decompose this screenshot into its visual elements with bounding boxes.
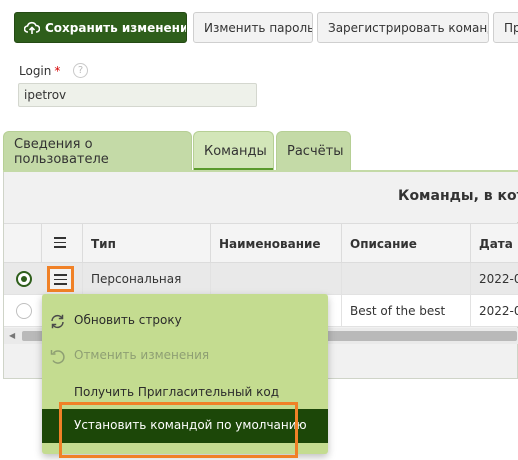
- row-context-menu: Обновить строку Отменить изменения Получ…: [42, 294, 328, 454]
- row-menu-icon[interactable]: [47, 266, 74, 292]
- menu-item-get-invite-code[interactable]: Получить Пригласительный код: [42, 376, 328, 410]
- row-select-radio[interactable]: [16, 303, 32, 319]
- register-team-button[interactable]: Зарегистрировать команду: [317, 12, 489, 43]
- cell-date: 2022-04: [470, 263, 518, 295]
- column-header-description[interactable]: Описание: [341, 224, 470, 263]
- login-field[interactable]: ipetrov: [18, 83, 257, 107]
- column-header-name[interactable]: Наименование: [210, 224, 341, 263]
- menu-column-header: [41, 224, 82, 263]
- grid-header: Тип Наименование Описание Дата вс: [4, 223, 518, 263]
- menu-item-label: Отменить изменения: [74, 348, 210, 362]
- cell-date: 2022-04: [470, 295, 518, 327]
- grid-title-bar: Команды, в кото: [4, 172, 518, 222]
- menu-item-set-default-team[interactable]: Установить командой по умолчанию: [42, 409, 328, 443]
- cell-name: [210, 263, 341, 295]
- menu-item-label: Обновить строку: [74, 313, 182, 327]
- tab-user-info[interactable]: Сведения о пользователе: [3, 131, 192, 171]
- column-header-date[interactable]: Дата вс: [470, 224, 518, 263]
- change-password-button[interactable]: Изменить пароль: [193, 12, 313, 43]
- login-label-text: Login: [19, 64, 52, 78]
- cell-description: Best of the best: [341, 295, 470, 327]
- more-toolbar-button[interactable]: Пр: [493, 12, 518, 43]
- menu-item-cancel-changes: Отменить изменения: [42, 339, 328, 373]
- menu-item-refresh-row[interactable]: Обновить строку: [42, 304, 328, 338]
- save-changes-label: Сохранить изменения: [45, 20, 187, 35]
- tab-teams[interactable]: Команды: [193, 131, 274, 171]
- login-label: Login *: [19, 64, 60, 78]
- scroll-left-icon[interactable]: ◀: [9, 331, 15, 340]
- column-header-type[interactable]: Тип: [82, 224, 210, 263]
- tab-calculations[interactable]: Расчёты: [276, 131, 351, 171]
- menu-item-label: Получить Пригласительный код: [74, 385, 280, 399]
- cell-description: [341, 263, 470, 295]
- cell-type: Персональная: [82, 263, 210, 295]
- refresh-icon: [51, 314, 64, 329]
- undo-icon: [50, 350, 65, 364]
- menu-item-label: Установить командой по умолчанию: [74, 418, 307, 432]
- grid-title: Команды, в кото: [398, 188, 518, 204]
- toolbar: Сохранить изменения Изменить пароль Заре…: [0, 0, 518, 54]
- cloud-upload-icon: [24, 21, 40, 34]
- save-changes-button[interactable]: Сохранить изменения: [14, 12, 187, 43]
- required-mark: *: [54, 64, 61, 78]
- help-icon[interactable]: ?: [73, 63, 88, 78]
- table-row[interactable]: Персональная 2022-04: [4, 263, 518, 295]
- row-select-radio[interactable]: [16, 271, 32, 287]
